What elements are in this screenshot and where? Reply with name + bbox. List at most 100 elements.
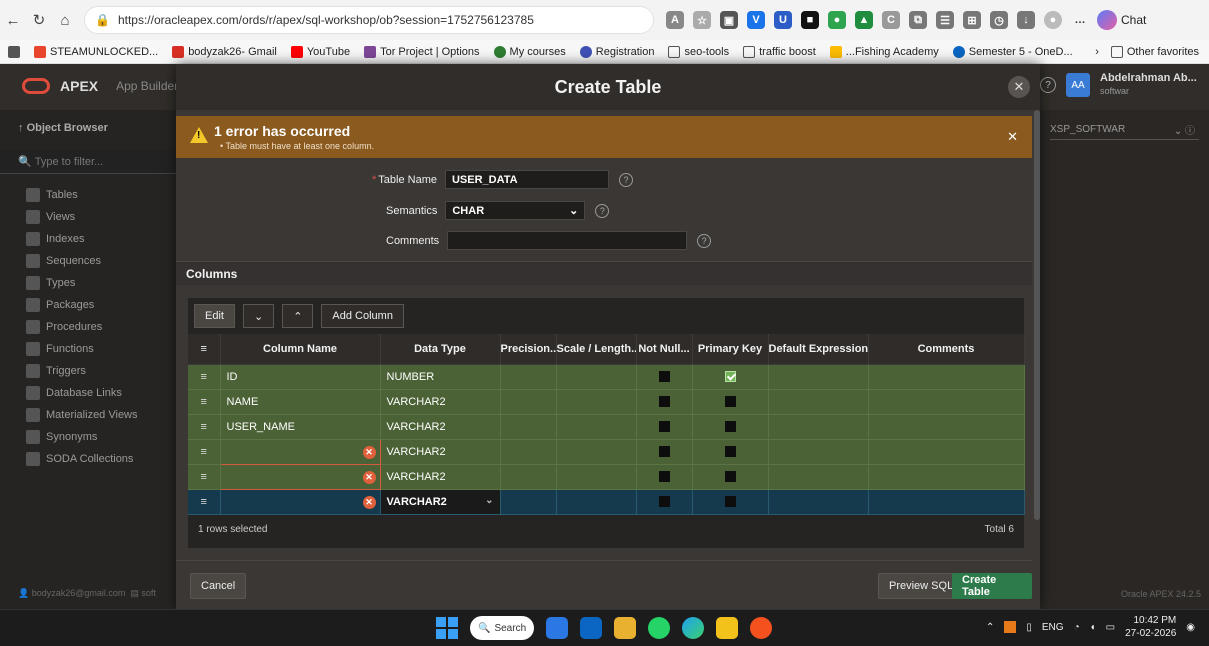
app-builder-link[interactable]: App Builder bbox=[116, 79, 178, 93]
sidebar-item-procedures[interactable]: Procedures bbox=[0, 316, 176, 338]
extension-u-icon[interactable]: U bbox=[774, 11, 792, 29]
sidebar-item-tables[interactable]: Tables bbox=[0, 184, 176, 206]
wifi-icon[interactable]: ◔ bbox=[1074, 622, 1080, 633]
comments-cell[interactable] bbox=[868, 364, 1025, 390]
scale-cell[interactable] bbox=[556, 439, 637, 465]
sidebar-item-indexes[interactable]: Indexes bbox=[0, 228, 176, 250]
scale-header[interactable]: Scale / Length.. bbox=[556, 334, 637, 365]
extension-box-icon[interactable]: ■ bbox=[801, 11, 819, 29]
schema-select[interactable]: XSP_SOFTWAR ⌄ ⓘ bbox=[1050, 120, 1199, 140]
favorites-icon[interactable]: ☰ bbox=[936, 11, 954, 29]
row-handle-icon[interactable]: ≡ bbox=[188, 389, 221, 415]
extension-green-icon[interactable]: ● bbox=[828, 11, 846, 29]
sidebar-item-views[interactable]: Views bbox=[0, 206, 176, 228]
row-menu-header[interactable]: ≡ bbox=[188, 334, 221, 365]
move-down-button[interactable]: ⌄ bbox=[242, 304, 275, 328]
row-handle-icon[interactable]: ≡ bbox=[188, 364, 221, 390]
apex-logo[interactable]: APEX App Builder bbox=[22, 78, 178, 94]
windows-start-icon[interactable] bbox=[436, 617, 458, 639]
read-aloud-icon[interactable]: A bbox=[666, 11, 684, 29]
primary-key-checkbox[interactable] bbox=[692, 414, 769, 440]
precision-cell[interactable] bbox=[500, 439, 557, 465]
comments-header[interactable]: Comments bbox=[868, 334, 1025, 365]
tray-overflow-icon[interactable]: ⌃ bbox=[986, 622, 994, 633]
todo-app-icon[interactable] bbox=[546, 617, 568, 639]
column-name-header[interactable]: Column Name bbox=[220, 334, 381, 365]
data-type-header[interactable]: Data Type bbox=[380, 334, 501, 365]
cancel-button[interactable]: Cancel bbox=[190, 573, 247, 599]
edit-button[interactable]: Edit bbox=[194, 304, 235, 328]
primary-key-checkbox[interactable] bbox=[692, 464, 769, 490]
scale-cell[interactable] bbox=[556, 464, 637, 490]
default-expression-cell[interactable] bbox=[768, 364, 869, 390]
table-row[interactable]: ≡ ID NUMBER bbox=[188, 364, 1025, 390]
primary-key-checkbox[interactable] bbox=[692, 389, 769, 415]
help-icon[interactable]: ? bbox=[595, 203, 610, 218]
table-name-input[interactable]: USER_DATA bbox=[444, 170, 609, 189]
add-column-button[interactable]: Add Column bbox=[321, 304, 404, 328]
not-null-checkbox[interactable] bbox=[636, 464, 693, 490]
not-null-header[interactable]: Not Null... bbox=[636, 334, 693, 365]
avatar[interactable]: AA bbox=[1066, 73, 1090, 97]
comments-input[interactable] bbox=[447, 231, 688, 250]
precision-cell[interactable] bbox=[500, 414, 557, 440]
store-app-icon[interactable] bbox=[580, 617, 602, 639]
column-name-cell[interactable]: USER_NAME bbox=[220, 414, 381, 440]
fav-item-youtube[interactable]: YouTube bbox=[290, 45, 350, 58]
primary-key-checkbox[interactable] bbox=[692, 364, 769, 390]
create-table-button[interactable]: Create Table bbox=[952, 573, 1032, 599]
sidebar-item-database-links[interactable]: Database Links bbox=[0, 382, 176, 404]
precision-cell[interactable] bbox=[500, 464, 557, 490]
sidebar-item-types[interactable]: Types bbox=[0, 272, 176, 294]
fav-item-registration[interactable]: Registration bbox=[579, 45, 654, 58]
table-row[interactable]: ≡ USER_NAME VARCHAR2 bbox=[188, 414, 1025, 440]
data-type-cell[interactable]: VARCHAR2 bbox=[380, 439, 501, 465]
battery-icon[interactable]: ▭ bbox=[1106, 622, 1115, 633]
data-type-cell[interactable]: VARCHAR2 bbox=[380, 464, 501, 490]
precision-header[interactable]: Precision.. bbox=[500, 334, 557, 365]
back-icon[interactable]: ← bbox=[0, 12, 26, 29]
tray-device-icon[interactable]: ▯ bbox=[1026, 622, 1032, 633]
column-name-cell[interactable]: NAME bbox=[220, 389, 381, 415]
primary-key-header[interactable]: Primary Key bbox=[692, 334, 769, 365]
data-type-cell[interactable]: VARCHAR2 bbox=[380, 389, 501, 415]
history-icon[interactable]: ◷ bbox=[990, 11, 1008, 29]
refresh-icon[interactable]: ↻ bbox=[26, 11, 52, 29]
sticky-notes-icon[interactable] bbox=[716, 617, 738, 639]
fav-item-traffic-boost[interactable]: traffic boost bbox=[743, 45, 816, 58]
column-name-cell-error[interactable]: ✕ bbox=[219, 438, 381, 465]
home-icon[interactable]: ⌂ bbox=[52, 12, 78, 29]
help-icon[interactable]: ? bbox=[618, 172, 633, 187]
row-handle-icon[interactable]: ≡ bbox=[188, 439, 221, 465]
sidebar-item-materialized-views[interactable]: Materialized Views bbox=[0, 404, 176, 426]
default-expression-cell[interactable] bbox=[768, 389, 869, 415]
not-null-checkbox[interactable] bbox=[636, 414, 693, 440]
dialog-scrollbar[interactable] bbox=[1034, 110, 1040, 520]
favorites-toggle[interactable] bbox=[8, 45, 20, 58]
other-favorites[interactable]: Other favorites bbox=[1110, 45, 1199, 58]
default-expression-cell[interactable] bbox=[768, 414, 869, 440]
extension-v-icon[interactable]: V bbox=[747, 11, 765, 29]
row-handle-icon[interactable]: ≡ bbox=[188, 464, 221, 490]
object-browser-header[interactable]: ↑ Object Browser bbox=[0, 110, 176, 146]
volume-icon[interactable]: ◖ bbox=[1090, 622, 1096, 633]
row-handle-icon[interactable]: ≡ bbox=[188, 414, 221, 440]
fav-item-fishing[interactable]: ...Fishing Academy bbox=[829, 45, 939, 58]
clock[interactable]: 10:42 PM 27-02-2026 bbox=[1125, 614, 1176, 640]
extension-c-icon[interactable]: C bbox=[882, 11, 900, 29]
help-icon[interactable]: ? bbox=[1040, 77, 1056, 93]
fav-item-gmail[interactable]: bodyzak26- Gmail bbox=[172, 45, 277, 58]
edge-browser-icon[interactable] bbox=[682, 617, 704, 639]
help-icon[interactable]: ? bbox=[697, 233, 712, 248]
tray-app-icon[interactable] bbox=[1004, 621, 1017, 633]
primary-key-checkbox[interactable] bbox=[692, 439, 769, 465]
comments-cell[interactable] bbox=[868, 464, 1025, 490]
default-expression-cell[interactable] bbox=[768, 464, 869, 490]
copilot-chat-button[interactable]: Chat bbox=[1097, 10, 1146, 30]
fav-item-courses[interactable]: My courses bbox=[493, 45, 566, 58]
collections-icon[interactable]: ⊞ bbox=[963, 11, 981, 29]
move-up-button[interactable]: ⌃ bbox=[282, 304, 314, 328]
column-name-cell-error[interactable]: ✕ bbox=[219, 463, 381, 490]
filter-input[interactable]: 🔍 Type to filter... bbox=[0, 150, 176, 174]
comments-cell[interactable] bbox=[868, 439, 1025, 465]
